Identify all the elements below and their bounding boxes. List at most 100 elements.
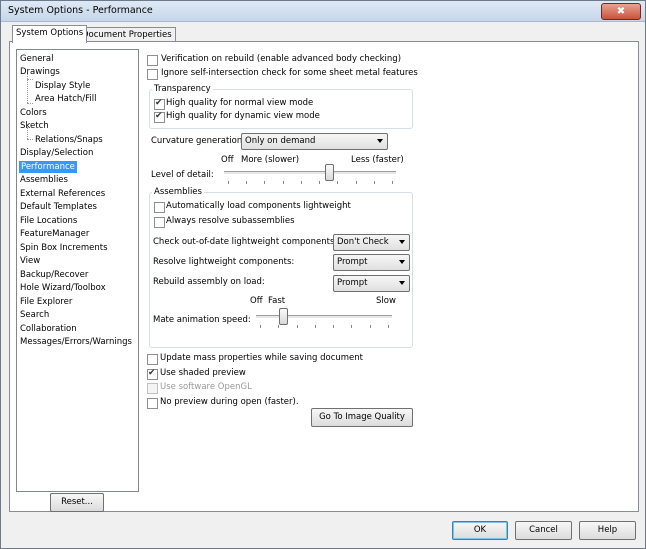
tree-item-view[interactable]: View [20,255,40,267]
verification-checkbox[interactable] [147,55,158,66]
tree-item-colors[interactable]: Colors [20,107,47,119]
check-out-of-date-value: Don't Check [337,237,389,247]
transparency-normal-checkbox[interactable] [154,98,165,110]
go-to-image-quality-button[interactable]: Go To Image Quality [311,408,413,427]
slider-tick [264,181,265,184]
window-title: System Options - Performance [8,5,153,16]
chevron-down-icon [399,260,405,264]
rebuild-on-load-select[interactable]: Prompt [333,275,410,292]
tree-guide [27,103,33,104]
chevron-down-icon [399,240,405,244]
check-out-of-date-select[interactable]: Don't Check [333,234,410,251]
tree-item-display-selection[interactable]: Display/Selection [20,147,93,159]
slider-track [256,315,392,319]
tree-item-messages-errors-warnings[interactable]: Messages/Errors/Warnings [20,336,132,348]
tree-item-external-references[interactable]: External References [20,188,105,200]
close-icon: ✖ [616,6,626,17]
tree-item-relations-snaps[interactable]: Relations/Snaps [35,134,103,146]
shaded-preview-label: Use shaded preview [160,368,246,378]
curvature-value: Only on demand [245,136,316,146]
rebuild-on-load-label: Rebuild assembly on load: [153,277,265,287]
transparency-group [149,89,413,129]
ok-button[interactable]: OK [452,521,508,540]
tab-system-options[interactable]: System Options [12,25,88,43]
mate-fast-label: Fast [268,296,286,306]
slider-tick [356,181,357,184]
auto-lightweight-checkbox[interactable] [154,202,165,213]
level-of-detail-slider[interactable] [224,164,396,186]
tree-item-search[interactable]: Search [20,309,49,321]
shaded-preview-checkbox[interactable] [147,368,158,380]
cancel-button[interactable]: Cancel [515,521,572,540]
slider-thumb[interactable] [279,308,288,325]
tree-item-hole-wizard-toolbox[interactable]: Hole Wizard/Toolbox [20,282,106,294]
tree-item-display-style[interactable]: Display Style [35,80,90,92]
tree-item-collaboration[interactable]: Collaboration [20,323,77,335]
slider-tick [351,325,352,328]
assemblies-title: Assemblies [152,187,204,198]
ignore-self-intersection-checkbox[interactable] [147,69,158,80]
curvature-select[interactable]: Only on demand [241,133,388,150]
close-button[interactable]: ✖ [601,3,641,20]
slider-tick [392,181,393,184]
slider-tick [278,325,279,328]
mate-animation-label: Mate animation speed: [153,315,251,325]
lod-label: Level of detail: [151,170,214,180]
tree-item-featuremanager[interactable]: FeatureManager [20,228,89,240]
tree-item-performance[interactable]: Performance [19,161,77,173]
slider-tick [246,181,247,184]
check-out-of-date-label: Check out-of-date lightweight components… [153,237,338,247]
slider-tick [260,325,261,328]
tab-panel: General Drawings Display Style Area Hatc… [9,41,639,512]
chevron-down-icon [377,139,383,143]
help-button[interactable]: Help [579,521,636,540]
tree-item-area-hatch-fill[interactable]: Area Hatch/Fill [35,93,96,105]
tree-item-file-locations[interactable]: File Locations [20,215,77,227]
curvature-label: Curvature generation: [151,136,246,146]
tree-guide [27,79,33,80]
tree-item-spin-box-increments[interactable]: Spin Box Increments [20,242,108,254]
tree-item-general[interactable]: General [20,53,54,65]
system-options-dialog: System Options - Performance ✖ System Op… [0,0,646,549]
no-preview-checkbox[interactable] [147,398,158,409]
resolve-lightweight-value: Prompt [337,257,368,267]
transparency-title: Transparency [152,84,213,95]
transparency-normal-label: High quality for normal view mode [166,98,314,108]
slider-tick [301,181,302,184]
update-mass-checkbox[interactable] [147,354,158,365]
verification-label: Verification on rebuild (enable advanced… [161,54,402,64]
always-resolve-label: Always resolve subassemblies [166,216,295,226]
tree-item-backup-recover[interactable]: Backup/Recover [20,269,88,281]
no-preview-label: No preview during open (faster). [160,397,299,407]
slider-tick [319,181,320,184]
mate-off-label: Off [250,296,263,306]
tree-item-drawings[interactable]: Drawings [20,66,60,78]
rebuild-on-load-value: Prompt [337,278,368,288]
tab-label: System Options [16,28,84,38]
tab-label: Document Properties [82,30,172,40]
resolve-lightweight-select[interactable]: Prompt [333,254,410,271]
update-mass-label: Update mass properties while saving docu… [160,353,364,363]
title-bar: System Options - Performance ✖ [1,1,645,22]
tree-item-assemblies[interactable]: Assemblies [20,174,68,186]
tree-item-default-templates[interactable]: Default Templates [20,201,97,213]
reset-button[interactable]: Reset... [50,493,104,512]
slider-tick [228,181,229,184]
software-opengl-checkbox[interactable] [147,383,158,394]
slider-thumb[interactable] [325,164,334,181]
always-resolve-checkbox[interactable] [154,217,165,228]
auto-lightweight-label: Automatically load components lightweigh… [166,201,351,211]
tree-item-sketch[interactable]: Sketch [20,120,49,132]
slider-tick [297,325,298,328]
transparency-dynamic-label: High quality for dynamic view mode [166,111,320,121]
tree-item-file-explorer[interactable]: File Explorer [20,296,72,308]
chevron-down-icon [399,281,405,285]
options-tree[interactable]: General Drawings Display Style Area Hatc… [16,49,139,492]
tree-guide [27,139,33,140]
slider-tick [370,325,371,328]
mate-animation-slider[interactable] [256,308,392,330]
transparency-dynamic-checkbox[interactable] [154,111,165,123]
slider-tick [283,181,284,184]
slider-tick [337,181,338,184]
mate-slow-label: Slow [376,296,396,306]
